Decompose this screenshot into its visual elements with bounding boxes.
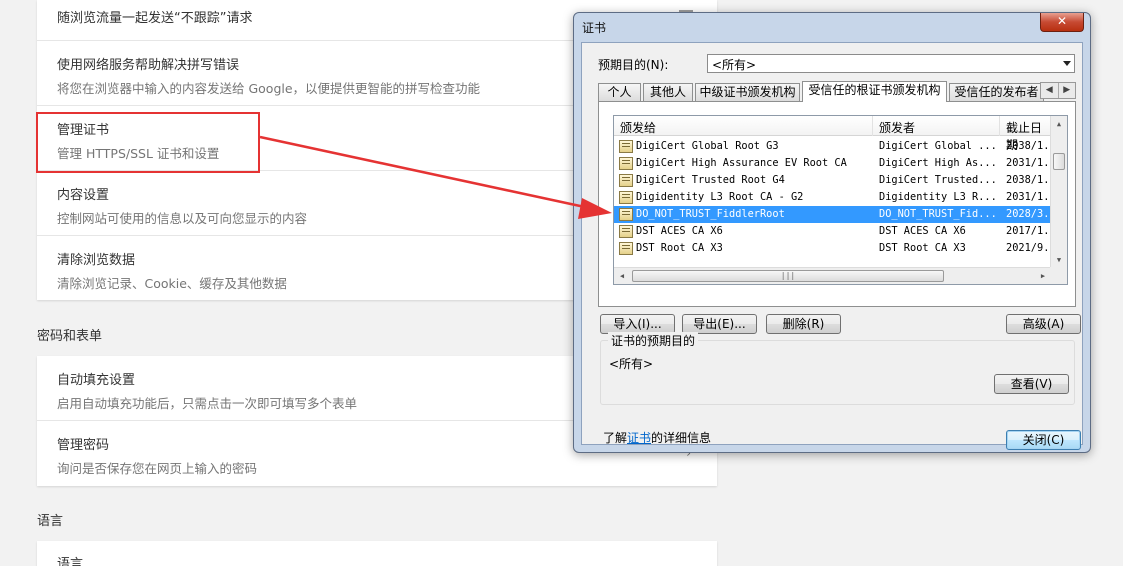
certificate-icon — [619, 191, 633, 204]
language-card: 语言 — [37, 541, 717, 566]
remove-button[interactable]: 删除(R) — [766, 314, 841, 334]
purpose-label: 预期目的(N): — [598, 58, 669, 72]
scroll-down-icon[interactable]: ▼ — [1051, 252, 1067, 268]
intended-purposes-group: 证书的预期目的 <所有> 查看(V) — [600, 332, 1075, 405]
horizontal-scroll-thumb[interactable]: ||| — [632, 270, 944, 282]
purpose-select-value: <所有> — [712, 58, 757, 72]
cell-issued-to: DigiCert Global Root G3 — [636, 140, 779, 152]
table-row[interactable]: DO_NOT_TRUST_FiddlerRoot DO_NOT_TRUST_Fid… — [614, 206, 1051, 223]
dialog-client-area: 预期目的(N): <所有> 个人 其他人 中级证书颁发机构 受信任的根证书颁发机… — [581, 42, 1083, 450]
cell-expires: 2031/1... — [1006, 157, 1050, 169]
table-row[interactable]: DST ACES CA X6 DST ACES CA X6 2017/1... — [614, 223, 1051, 240]
cell-expires: 2021/9... — [1006, 242, 1050, 254]
certificate-icon — [619, 174, 633, 187]
tab-trusted-publishers[interactable]: 受信任的发布者 — [949, 83, 1044, 101]
table-row[interactable]: DigiCert Trusted Root G4 DigiCert Trusted… — [614, 172, 1051, 189]
cell-issued-by: DigiCert Trusted... — [879, 174, 997, 186]
cell-issued-to: Digidentity L3 Root CA - G2 — [636, 191, 804, 203]
scroll-left-icon[interactable]: ◀ — [614, 268, 630, 284]
certificates-dialog: 证书 ✕ 预期目的(N): <所有> 个人 其他人 中级证书颁发机构 受信任的根… — [573, 12, 1091, 453]
trusted-root-panel: 颁发给 颁发者 截止日期 DigiCert Global Root G3 Digi… — [598, 101, 1076, 307]
cell-expires: 2031/1... — [1006, 191, 1050, 203]
cell-issued-by: DigiCert High As... — [879, 157, 997, 169]
advanced-button[interactable]: 高级(A) — [1006, 314, 1081, 334]
cell-issued-by: DO_NOT_TRUST_Fid... — [879, 208, 997, 220]
cell-issued-by: DST ACES CA X6 — [879, 225, 966, 237]
certificate-icon — [619, 225, 633, 238]
column-issued-by[interactable]: 颁发者 — [879, 119, 915, 136]
view-button[interactable]: 查看(V) — [994, 374, 1069, 394]
manage-passwords-desc: 询问是否保存您在网页上输入的密码 — [57, 461, 258, 476]
table-row[interactable]: DST Root CA X3 DST Root CA X3 2021/9... — [614, 240, 1051, 257]
table-row[interactable]: Digidentity L3 Root CA - G2 Digidentity L… — [614, 189, 1051, 206]
cell-issued-to: DigiCert Trusted Root G4 — [636, 174, 785, 186]
vertical-scrollbar[interactable]: ▲ ▼ — [1050, 116, 1067, 268]
language-title: 语言 — [57, 557, 84, 566]
cell-issued-by: Digidentity L3 R... — [879, 191, 997, 203]
cell-issued-by: DST Root CA X3 — [879, 242, 966, 254]
cell-issued-to: DO_NOT_TRUST_FiddlerRoot — [636, 208, 785, 220]
certificate-tabs: 个人 其他人 中级证书颁发机构 受信任的根证书颁发机构 受信任的发布者 — [598, 81, 1046, 102]
scroll-up-icon[interactable]: ▲ — [1051, 116, 1067, 132]
vertical-scroll-thumb[interactable] — [1053, 153, 1065, 170]
import-button[interactable]: 导入(I)... — [600, 314, 675, 334]
do-not-track-title: 随浏览流量一起发送“不跟踪”请求 — [57, 11, 253, 26]
certificate-icon — [619, 242, 633, 255]
intended-purposes-value: <所有> — [609, 357, 654, 371]
manage-certificates-highlight — [36, 112, 260, 173]
intended-purposes-title: 证书的预期目的 — [608, 332, 699, 349]
certificate-list[interactable]: 颁发给 颁发者 截止日期 DigiCert Global Root G3 Digi… — [613, 115, 1068, 285]
cell-expires: 2038/1... — [1006, 140, 1050, 152]
cell-issued-by: DigiCert Global ... — [879, 140, 997, 152]
cell-expires: 2028/3... — [1006, 208, 1050, 220]
table-row[interactable]: DigiCert High Assurance EV Root CA DigiCe… — [614, 155, 1051, 172]
certificate-help-link[interactable]: 证书 — [627, 431, 651, 445]
horizontal-scrollbar[interactable]: ◀ ||| ▶ — [614, 267, 1051, 284]
cell-issued-to: DST ACES CA X6 — [636, 225, 723, 237]
tab-other-people[interactable]: 其他人 — [643, 83, 693, 101]
language-section-header: 语言 — [37, 514, 64, 529]
export-button[interactable]: 导出(E)... — [682, 314, 757, 334]
tab-scroll-buttons[interactable]: ◀ ▶ — [1040, 82, 1076, 99]
purpose-select[interactable]: <所有> — [707, 54, 1075, 73]
cell-expires: 2017/1... — [1006, 225, 1050, 237]
cell-expires: 2038/1... — [1006, 174, 1050, 186]
cell-issued-to: DST Root CA X3 — [636, 242, 723, 254]
scroll-right-icon[interactable]: ▶ — [1035, 268, 1051, 284]
tab-scroll-left-icon[interactable]: ◀ — [1041, 83, 1059, 98]
chevron-down-icon — [1063, 61, 1071, 66]
column-issued-to[interactable]: 颁发给 — [620, 119, 656, 136]
certificate-icon — [619, 157, 633, 170]
passwords-section-header: 密码和表单 — [37, 329, 103, 344]
close-icon[interactable]: ✕ — [1040, 13, 1084, 32]
dialog-title: 证书 — [582, 21, 607, 35]
table-row[interactable]: DigiCert Global Root G3 DigiCert Global .… — [614, 138, 1051, 155]
cell-issued-to: DigiCert High Assurance EV Root CA — [636, 157, 847, 169]
tab-personal[interactable]: 个人 — [598, 83, 641, 101]
language-row[interactable]: 语言 — [37, 541, 717, 566]
certificate-icon — [619, 140, 633, 153]
tab-scroll-right-icon[interactable]: ▶ — [1059, 83, 1076, 98]
learn-more-text: 了解证书的详细信息 — [603, 431, 712, 445]
certificate-list-header: 颁发给 颁发者 截止日期 — [614, 116, 1051, 152]
close-button[interactable]: 关闭(C) — [1006, 430, 1081, 450]
certificate-icon — [619, 208, 633, 221]
tab-trusted-root-ca[interactable]: 受信任的根证书颁发机构 — [802, 81, 947, 102]
tab-intermediate-ca[interactable]: 中级证书颁发机构 — [695, 83, 800, 101]
